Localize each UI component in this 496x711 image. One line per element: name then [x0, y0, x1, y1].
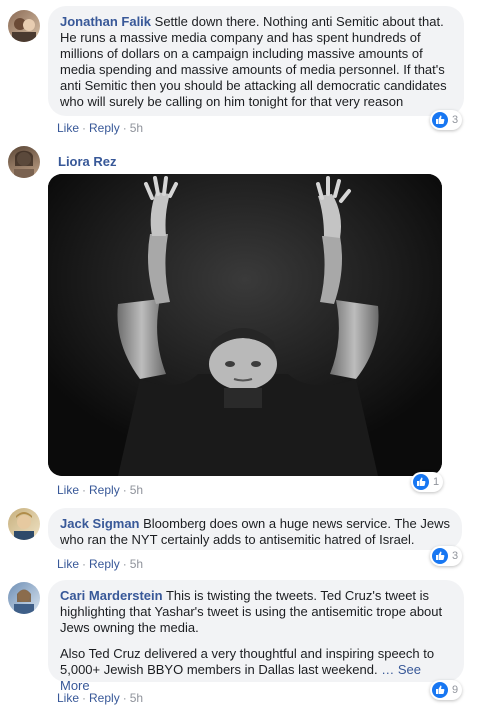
like-link[interactable]: Like [57, 557, 79, 571]
reply-link[interactable]: Reply [89, 121, 120, 135]
comment-gif-image[interactable] [48, 174, 442, 476]
comment-text-2: Also Ted Cruz delivered a very thoughtfu… [60, 646, 435, 677]
like-link[interactable]: Like [57, 121, 79, 135]
separator-dot: · [122, 557, 127, 571]
comment-timestamp[interactable]: 5h [130, 557, 143, 571]
comment-author[interactable]: Jack Sigman [60, 516, 140, 531]
reaction-count: 3 [452, 114, 459, 126]
like-link[interactable]: Like [57, 483, 79, 497]
separator-dot: · [122, 691, 127, 705]
avatar[interactable] [8, 582, 40, 614]
comment-bubble: Cari Marderstein This is twisting the tw… [48, 580, 464, 693]
raised-arms-figure-image [48, 174, 442, 476]
comment-author[interactable]: Liora Rez [58, 154, 117, 169]
comment-author[interactable]: Jonathan Falik [60, 14, 151, 29]
avatar[interactable] [8, 10, 40, 42]
thumbs-up-icon [432, 548, 448, 564]
comment-timestamp[interactable]: 5h [130, 121, 143, 135]
reaction-count: 1 [433, 476, 440, 488]
reply-link[interactable]: Reply [89, 557, 120, 571]
avatar[interactable] [8, 146, 40, 178]
separator-dot: · [82, 121, 87, 135]
reaction-count: 9 [452, 684, 459, 696]
avatar-photo-icon [12, 18, 36, 42]
comment-bubble: Jonathan Falik Settle down there. Nothin… [48, 6, 464, 116]
comment-timestamp[interactable]: 5h [130, 691, 143, 705]
reaction-count-badge[interactable]: 3 [430, 110, 463, 130]
separator-dot: · [122, 121, 127, 135]
avatar-photo-icon [14, 589, 34, 614]
comment-timestamp[interactable]: 5h [130, 483, 143, 497]
reply-link[interactable]: Reply [89, 691, 120, 705]
avatar-photo-icon [14, 512, 34, 540]
comment-paragraph-2: Also Ted Cruz delivered a very thoughtfu… [60, 646, 452, 694]
thumbs-up-icon [413, 474, 429, 490]
comment-bubble: Jack Sigman Bloomberg does own a huge ne… [48, 508, 462, 550]
reaction-count-badge[interactable]: 3 [430, 546, 463, 566]
separator-dot: · [82, 691, 87, 705]
comment-author[interactable]: Cari Marderstein [60, 588, 163, 603]
reaction-count-badge[interactable]: 1 [411, 472, 444, 492]
comment-actions: Like · Reply · 5h [57, 556, 143, 572]
comment-actions: Like · Reply · 5h [57, 482, 143, 498]
comment-actions: Like · Reply · 5h [57, 120, 143, 136]
comment-paragraph-1: Cari Marderstein This is twisting the tw… [60, 588, 452, 636]
reaction-count: 3 [452, 550, 459, 562]
like-link[interactable]: Like [57, 691, 79, 705]
separator-dot: · [122, 483, 127, 497]
reply-link[interactable]: Reply [89, 483, 120, 497]
avatar[interactable] [8, 508, 40, 540]
reaction-count-badge[interactable]: 9 [430, 680, 463, 700]
comment-author-label: Liora Rez [58, 154, 117, 170]
separator-dot: · [82, 557, 87, 571]
avatar-photo-icon [14, 150, 34, 178]
separator-dot: · [82, 483, 87, 497]
comment-actions: Like · Reply · 5h [57, 690, 143, 706]
thumbs-up-icon [432, 112, 448, 128]
ellipsis: … [381, 662, 395, 677]
thumbs-up-icon [432, 682, 448, 698]
